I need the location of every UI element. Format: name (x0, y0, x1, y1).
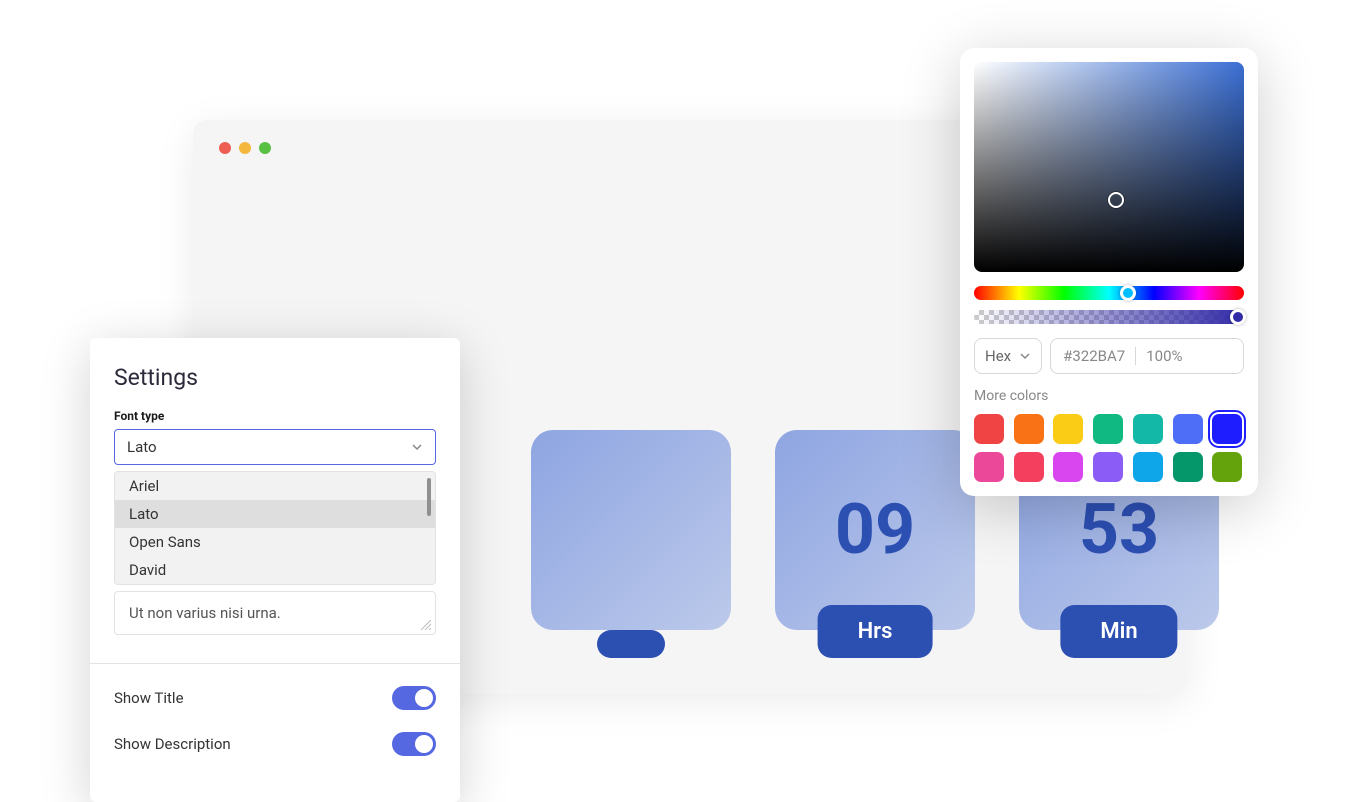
divider (90, 663, 460, 664)
countdown-value: 53 (1079, 489, 1159, 571)
description-textarea[interactable]: Ut non varius nisi urna. (114, 591, 436, 635)
show-title-label: Show Title (114, 689, 184, 707)
countdown-label (597, 630, 665, 658)
show-title-toggle[interactable] (392, 686, 436, 710)
opacity-value: 100% (1146, 347, 1182, 365)
chevron-down-icon (1019, 350, 1031, 362)
font-option[interactable]: Open Sans (115, 528, 435, 556)
color-swatch[interactable] (1093, 414, 1123, 444)
minimize-icon[interactable] (239, 142, 251, 154)
color-inputs-row: Hex #322BA7 100% (974, 338, 1244, 374)
settings-panel: Settings Font type Lato Ariel Lato Open … (90, 338, 460, 802)
font-option[interactable]: Lato (115, 500, 435, 528)
hex-input[interactable]: #322BA7 100% (1050, 338, 1244, 374)
color-swatch[interactable] (1014, 414, 1044, 444)
color-format-select[interactable]: Hex (974, 338, 1042, 374)
resize-handle-icon[interactable] (421, 620, 431, 630)
color-swatch[interactable] (1173, 452, 1203, 482)
color-swatch[interactable] (1014, 452, 1044, 482)
maximize-icon[interactable] (259, 142, 271, 154)
countdown-tile (531, 430, 731, 630)
font-select[interactable]: Lato (114, 429, 436, 465)
alpha-knob[interactable] (1230, 309, 1246, 325)
show-title-row: Show Title (114, 686, 436, 710)
more-colors-label: More colors (974, 388, 1244, 404)
textarea-value: Ut non varius nisi urna. (129, 604, 281, 622)
hex-value: #322BA7 (1063, 347, 1125, 365)
color-swatch[interactable] (1212, 452, 1242, 482)
countdown-value: 09 (835, 489, 915, 571)
color-swatch[interactable] (1133, 452, 1163, 482)
countdown-card (531, 430, 731, 630)
color-swatch[interactable] (1133, 414, 1163, 444)
hue-slider[interactable] (974, 286, 1244, 300)
divider (1135, 347, 1136, 365)
font-dropdown-list: Ariel Lato Open Sans David (114, 471, 436, 585)
color-canvas[interactable] (974, 62, 1244, 272)
countdown-label: Min (1060, 605, 1177, 658)
color-swatch[interactable] (974, 414, 1004, 444)
close-icon[interactable] (219, 142, 231, 154)
font-option[interactable]: David (115, 556, 435, 584)
color-swatches (974, 414, 1244, 482)
color-swatch[interactable] (1212, 414, 1242, 444)
toggle-knob (415, 689, 433, 707)
chevron-down-icon (411, 441, 423, 453)
color-swatch[interactable] (1173, 414, 1203, 444)
canvas-cursor-icon[interactable] (1108, 192, 1124, 208)
font-type-label: Font type (114, 409, 436, 423)
font-select-value: Lato (127, 438, 157, 456)
countdown-label: Hrs (818, 605, 933, 658)
show-description-row: Show Description (114, 732, 436, 756)
show-description-label: Show Description (114, 735, 231, 753)
toggle-knob (415, 735, 433, 753)
settings-title: Settings (114, 364, 436, 391)
alpha-slider[interactable] (974, 310, 1244, 324)
countdown-card: 09 (775, 430, 975, 630)
color-swatch[interactable] (1093, 452, 1123, 482)
color-format-value: Hex (985, 347, 1011, 365)
traffic-lights (219, 142, 271, 154)
countdown-tile: 09 Hrs (775, 430, 975, 630)
color-swatch[interactable] (974, 452, 1004, 482)
hue-knob[interactable] (1120, 285, 1136, 301)
color-swatch[interactable] (1053, 414, 1083, 444)
scrollbar[interactable] (427, 478, 431, 516)
color-swatch[interactable] (1053, 452, 1083, 482)
show-description-toggle[interactable] (392, 732, 436, 756)
font-option[interactable]: Ariel (115, 472, 435, 500)
color-picker-panel: Hex #322BA7 100% More colors (960, 48, 1258, 496)
